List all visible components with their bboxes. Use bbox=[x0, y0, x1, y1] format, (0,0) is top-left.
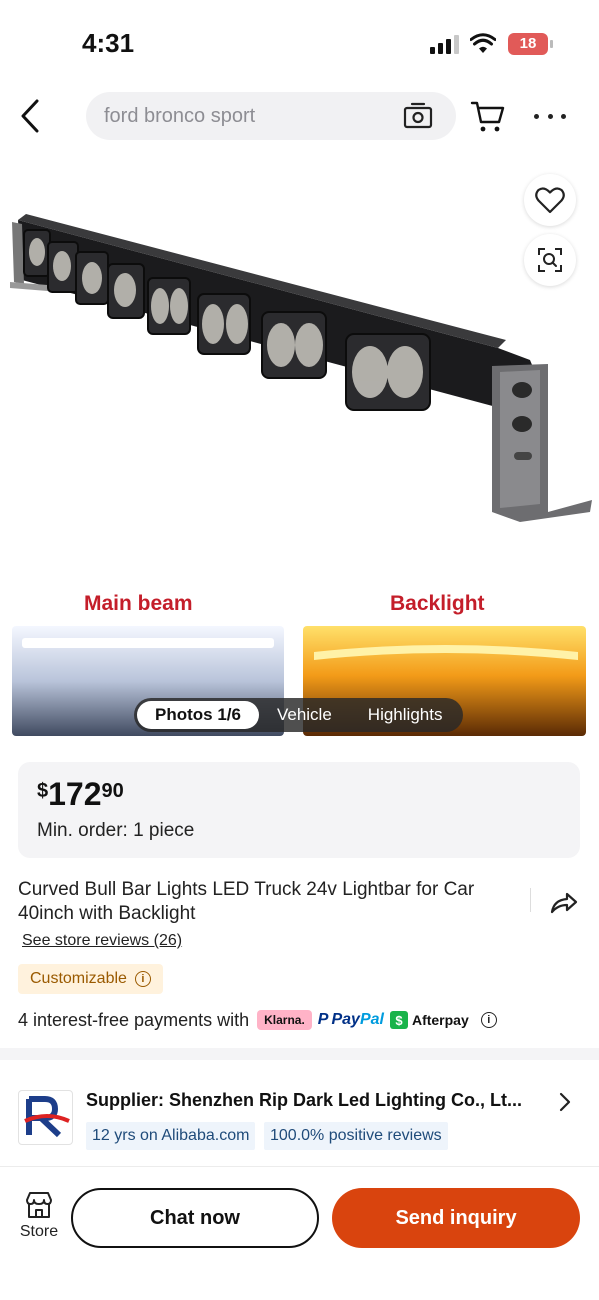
supplier-logo-image bbox=[24, 1096, 70, 1138]
afterpay-mark: $ bbox=[389, 1011, 408, 1029]
paypal-logo: P PayPal bbox=[318, 1011, 384, 1029]
backlight-label: Backlight bbox=[390, 592, 485, 615]
price-integer: 172 bbox=[48, 776, 102, 812]
store-label: Store bbox=[19, 1223, 59, 1240]
favorite-button[interactable] bbox=[524, 174, 576, 226]
tab-photos[interactable]: Photos 1/6 bbox=[137, 701, 259, 729]
divider bbox=[530, 888, 531, 912]
bottom-action-bar: Store Chat now Send inquiry bbox=[0, 1166, 599, 1300]
min-order: Min. order: 1 piece bbox=[37, 820, 195, 841]
klarna-logo: Klarna. bbox=[257, 1010, 312, 1030]
supplier-logo[interactable] bbox=[18, 1090, 73, 1145]
price-decimal: 90 bbox=[101, 780, 124, 802]
paypal-pal: Pal bbox=[359, 1011, 384, 1028]
image-search-button[interactable] bbox=[524, 234, 576, 286]
paypal-mark: P bbox=[317, 1011, 329, 1028]
more-options-icon[interactable] bbox=[534, 98, 566, 134]
price-currency: $ bbox=[37, 780, 49, 802]
status-time: 4:31 bbox=[82, 28, 135, 58]
supplier-years-tag: 12 yrs on Alibaba.com bbox=[86, 1122, 256, 1150]
cart-icon[interactable] bbox=[470, 98, 506, 134]
supplier-name[interactable]: Supplier: Shenzhen Rip Dark Led Lighting… bbox=[86, 1090, 556, 1111]
main-beam-label: Main beam bbox=[84, 592, 193, 615]
search-bar[interactable] bbox=[86, 92, 456, 140]
afterpay-logo: $ Afterpay bbox=[389, 1011, 469, 1029]
camera-search-icon[interactable] bbox=[402, 100, 434, 132]
wifi-icon bbox=[470, 33, 496, 53]
store-icon bbox=[26, 1192, 52, 1218]
tab-highlights[interactable]: Highlights bbox=[350, 701, 461, 729]
tab-vehicle[interactable]: Vehicle bbox=[259, 701, 350, 729]
status-bar: 4:31 18 bbox=[0, 0, 599, 88]
product-gallery[interactable]: Main beam Backlight Photos 1/6 Vehicle H… bbox=[0, 152, 599, 747]
section-divider bbox=[0, 1048, 599, 1060]
price-card: $17290 Min. order: 1 piece bbox=[18, 762, 580, 858]
share-icon[interactable] bbox=[548, 886, 580, 918]
product-image bbox=[10, 214, 592, 736]
search-input[interactable] bbox=[104, 92, 384, 140]
paypal-pay: Pay bbox=[331, 1011, 360, 1028]
back-button[interactable] bbox=[14, 96, 46, 136]
supplier-reviews-tag: 100.0% positive reviews bbox=[264, 1122, 448, 1150]
payment-options: 4 interest-free payments with Klarna. P … bbox=[18, 1008, 497, 1032]
gallery-tabs: Photos 1/6 Vehicle Highlights bbox=[134, 698, 464, 732]
afterpay-label: Afterpay bbox=[411, 1012, 469, 1028]
info-icon[interactable]: i bbox=[134, 971, 151, 987]
store-reviews-link[interactable]: See store reviews (26) bbox=[22, 932, 182, 950]
customizable-badge[interactable]: Customizable i bbox=[18, 964, 163, 994]
store-button[interactable]: Store bbox=[14, 1191, 64, 1247]
send-inquiry-button[interactable]: Send inquiry bbox=[332, 1188, 580, 1248]
chevron-right-icon[interactable] bbox=[556, 1091, 574, 1113]
customizable-label: Customizable bbox=[30, 970, 127, 987]
payments-info-icon[interactable]: i bbox=[480, 1012, 497, 1028]
battery-icon: 18 bbox=[508, 33, 553, 55]
payments-text: 4 interest-free payments with bbox=[18, 1009, 250, 1030]
chevron-left-icon bbox=[21, 99, 39, 133]
image-search-icon bbox=[538, 248, 562, 272]
price: $17290 bbox=[37, 776, 124, 813]
cellular-signal-icon bbox=[430, 34, 460, 54]
chat-now-button[interactable]: Chat now bbox=[71, 1188, 319, 1248]
product-title: Curved Bull Bar Lights LED Truck 24v Lig… bbox=[18, 879, 475, 924]
heart-icon bbox=[535, 187, 565, 214]
